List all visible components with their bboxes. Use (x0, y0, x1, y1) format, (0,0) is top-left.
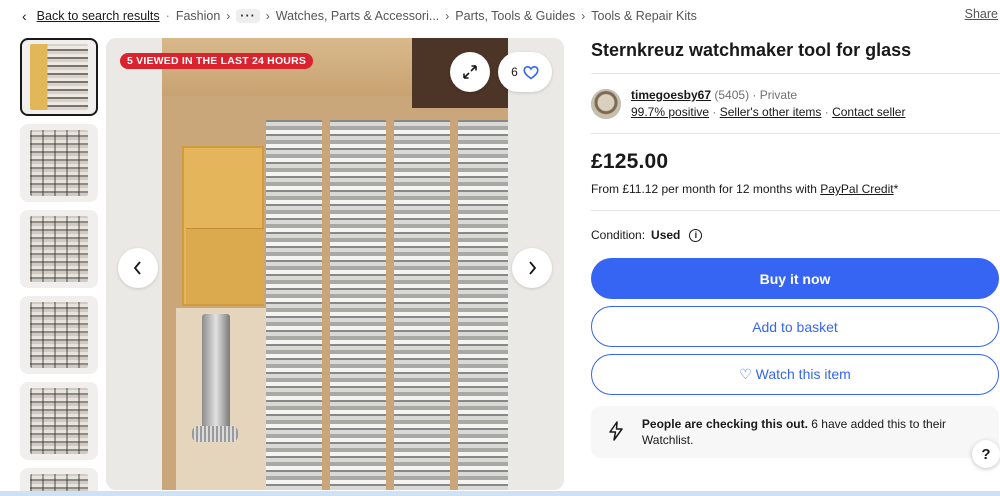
thumbnail-image (30, 130, 88, 196)
credit-asterisk: * (893, 182, 899, 196)
back-to-search-link[interactable]: Back to search results (37, 9, 160, 23)
thumbnail-image (30, 216, 88, 282)
contact-seller-link[interactable]: Contact seller (832, 105, 905, 119)
paypal-credit-link[interactable]: PayPal Credit (820, 182, 893, 196)
divider (591, 133, 1000, 134)
expand-button[interactable] (450, 52, 490, 92)
seller-name-link[interactable]: timegoesby67 (631, 88, 711, 102)
info-icon[interactable]: i (689, 228, 703, 242)
heart-icon (523, 65, 539, 79)
chevron-left-icon[interactable]: ‹ (22, 8, 27, 24)
breadcrumb-more-button[interactable]: ··· (236, 9, 260, 23)
credit-offer: From £11.12 per month for 12 months with… (591, 182, 1000, 196)
buy-it-now-button[interactable]: Buy it now (591, 258, 999, 299)
seller-info: timegoesby67 (5405) · Private 99.7% posi… (591, 87, 1000, 121)
watch-count: 6 (511, 65, 518, 79)
main-image-gallery: 5 VIEWED IN THE LAST 24 HOURS 6 (106, 38, 564, 490)
thumbnail-image (30, 388, 88, 454)
seller-feedback-count[interactable]: (5405) (714, 88, 749, 102)
thumbnail-image (30, 302, 88, 368)
thumbnail-list (20, 38, 98, 496)
chevron-right-icon: › (445, 9, 450, 23)
chevron-left-icon (133, 261, 141, 275)
help-button[interactable]: ? (972, 440, 1000, 468)
chevron-right-icon: › (581, 9, 586, 23)
thumbnail-1[interactable] (20, 38, 98, 116)
lightning-icon (603, 421, 630, 443)
thumbnail-5[interactable] (20, 382, 98, 460)
divider (591, 210, 1000, 211)
thumbnail-2[interactable] (20, 124, 98, 202)
chevron-right-icon: › (265, 9, 270, 23)
condition-value: Used (651, 228, 681, 242)
expand-icon (463, 65, 477, 79)
share-link[interactable]: Share (965, 7, 998, 21)
chevron-right-icon: › (226, 9, 231, 23)
seller-avatar[interactable] (591, 89, 621, 119)
thumbnail-image (30, 44, 88, 110)
watch-item-button[interactable]: ♡ Watch this item (591, 354, 999, 395)
price: £125.00 (591, 150, 669, 173)
watchlist-notice: People are checking this out. 6 have add… (591, 406, 999, 458)
divider (591, 73, 1000, 74)
breadcrumb-item-tools-repair[interactable]: Tools & Repair Kits (591, 9, 697, 23)
breadcrumb-item-fashion[interactable]: Fashion (176, 9, 220, 23)
views-badge: 5 VIEWED IN THE LAST 24 HOURS (120, 53, 314, 69)
previous-image-button[interactable] (118, 248, 158, 288)
bottom-bar (0, 491, 1000, 496)
credit-text: From £11.12 per month for 12 months with (591, 182, 817, 196)
condition-row: Condition: Used i (591, 228, 1000, 242)
breadcrumb: ‹ Back to search results · Fashion › ···… (22, 7, 697, 25)
condition-label: Condition: (591, 228, 646, 242)
add-to-basket-button[interactable]: Add to basket (591, 306, 999, 347)
seller-other-items-link[interactable]: Seller's other items (720, 105, 822, 119)
notice-bold: People are checking this out. (641, 417, 808, 431)
thumbnail-image (30, 474, 88, 492)
breadcrumb-item-watches[interactable]: Watches, Parts & Accessori... (276, 9, 439, 23)
watch-count-button[interactable]: 6 (498, 52, 552, 92)
breadcrumb-item-parts-tools[interactable]: Parts, Tools & Guides (455, 9, 575, 23)
thumbnail-3[interactable] (20, 210, 98, 288)
product-photo[interactable] (162, 38, 508, 490)
next-image-button[interactable] (512, 248, 552, 288)
seller-type: · Private (752, 88, 798, 102)
listing-title: Sternkreuz watchmaker tool for glass (591, 40, 912, 60)
chevron-right-icon (529, 261, 537, 275)
thumbnail-4[interactable] (20, 296, 98, 374)
breadcrumb-separator: · (165, 9, 170, 23)
positive-feedback-link[interactable]: 99.7% positive (631, 105, 709, 119)
listing-panel: Sternkreuz watchmaker tool for glass tim… (591, 38, 1000, 458)
